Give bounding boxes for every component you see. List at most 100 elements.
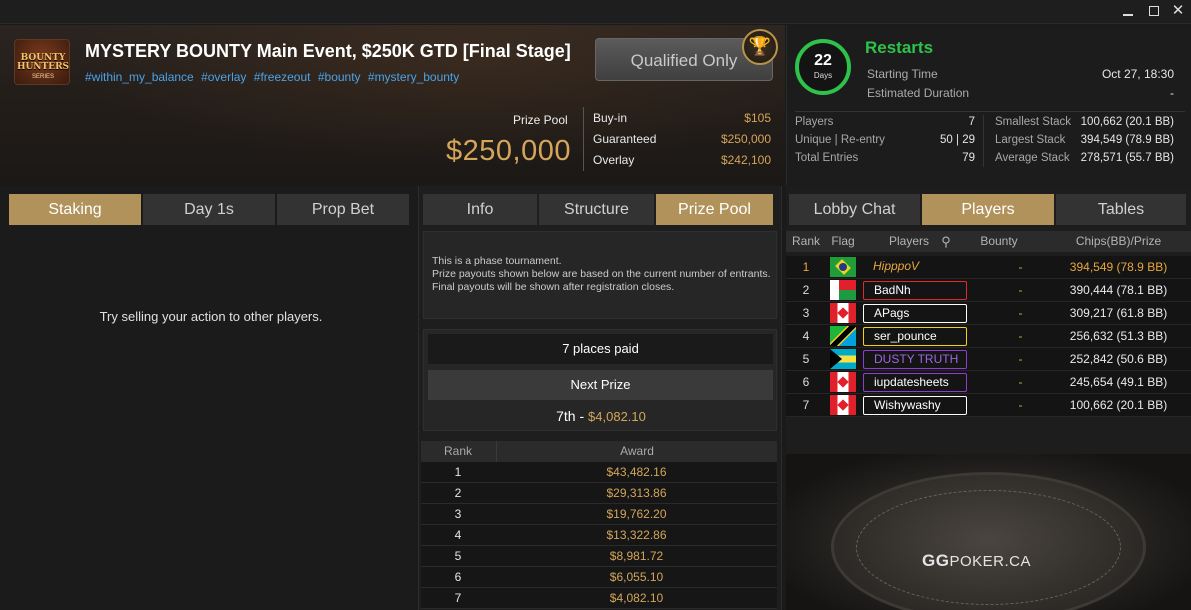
table-row: 1 $43,482.16 [421, 462, 777, 483]
player-row[interactable]: 1 HipppoV - 394,549 (78.9 BB) [786, 256, 1191, 279]
status-title: Restarts [865, 38, 934, 57]
tab-players[interactable]: Players [922, 194, 1054, 225]
average-stack-stat: Average Stack 278,571 (55.7 BB) [995, 152, 1174, 164]
hashtag[interactable]: #bounty [318, 70, 361, 84]
prize-pool-label: Prize Pool [513, 113, 568, 127]
prize-pool-value: $250,000 [446, 135, 571, 167]
table-row: 3 $19,762.20 [421, 504, 777, 525]
flag-canada-icon [830, 303, 856, 323]
staking-panel: Staking Day 1s Prop Bet Try selling your… [0, 186, 418, 610]
days-countdown: 22 Days [795, 39, 851, 95]
logo-subtext: SERIES [31, 74, 54, 80]
player-row[interactable]: 7 Wishywashy - 100,662 (20.1 BB) [786, 394, 1191, 417]
player-name[interactable]: APags [863, 304, 967, 323]
flag-madagascar-icon [830, 280, 856, 300]
table-row: 5 $8,981.72 [421, 546, 777, 567]
player-name[interactable]: ser_pounce [863, 327, 967, 346]
table-row: 2 $29,313.86 [421, 483, 777, 504]
close-button[interactable]: ✕ [1167, 2, 1189, 20]
tournament-header: BOUNTY HUNTERS SERIES MYSTERY BOUNTY Main… [0, 25, 785, 185]
minimize-icon [1123, 14, 1133, 16]
flag-brazil-icon [830, 257, 856, 277]
buyin-row: Buy-in $105 [593, 111, 771, 125]
total-entries-stat: Total Entries 79 [795, 152, 975, 164]
column-header-flag[interactable]: Flag [826, 231, 860, 252]
unique-reentry-stat: Unique | Re-entry 50 | 29 [795, 134, 975, 146]
hashtag[interactable]: #within_my_balance [85, 70, 194, 84]
player-chips: 256,632 (51.3 BB) [1069, 329, 1168, 343]
places-summary: 7 places paid Next Prize 7th - $4,082.10 [423, 329, 777, 431]
column-header-rank[interactable]: Rank [786, 231, 826, 252]
tab-day-1s[interactable]: Day 1s [143, 194, 275, 225]
maximize-icon [1149, 6, 1159, 16]
table-row: 4 $13,322.86 [421, 525, 777, 546]
player-chips: 390,444 (78.1 BB) [1069, 283, 1168, 297]
staking-message: Try selling your action to other players… [99, 309, 323, 324]
next-prize-label: Next Prize [428, 370, 773, 400]
player-row[interactable]: 4 ser_pounce - 256,632 (51.3 BB) [786, 325, 1191, 348]
column-header-players[interactable]: Players [884, 231, 934, 252]
event-title: MYSTERY BOUNTY Main Event, $250K GTD [Fi… [85, 41, 571, 61]
tab-prize-pool[interactable]: Prize Pool [656, 194, 773, 225]
tab-lobby-chat[interactable]: Lobby Chat [789, 194, 920, 225]
tab-prop-bet[interactable]: Prop Bet [277, 194, 409, 225]
player-name[interactable]: HipppoV [863, 258, 967, 277]
notice-line: This is a phase tournament. [432, 255, 562, 267]
column-header-bounty[interactable]: Bounty [978, 231, 1020, 252]
player-name[interactable]: iupdatesheets [863, 373, 967, 392]
table-row: 6 $6,055.10 [421, 567, 777, 588]
minimize-button[interactable] [1117, 2, 1139, 20]
places-paid: 7 places paid [428, 334, 773, 364]
overlay-row: Overlay $242,100 [593, 153, 771, 167]
duration-row: Estimated Duration - [867, 86, 1174, 100]
player-name[interactable]: BadNh [863, 281, 967, 300]
players-panel: Lobby Chat Players Tables Rank Flag Play… [786, 186, 1191, 610]
tab-structure[interactable]: Structure [539, 194, 654, 225]
brand-logo: GGPOKER.CA [922, 551, 1031, 570]
days-number: 22 [814, 52, 832, 69]
smallest-stack-stat: Smallest Stack 100,662 (20.1 BB) [995, 116, 1174, 128]
column-header-chips[interactable]: Chips(BB)/Prize [1046, 231, 1191, 252]
notice-line: Final payouts will be shown after regist… [432, 281, 675, 293]
hashtag[interactable]: #freezeout [254, 70, 311, 84]
player-row[interactable]: 2 BadNh - 390,444 (78.1 BB) [786, 279, 1191, 302]
player-row[interactable]: 5 DUSTY TRUTH - 252,842 (50.6 BB) [786, 348, 1191, 371]
search-icon[interactable]: ⚲ [938, 231, 954, 252]
prize-pool-panel: Info Structure Prize Pool This is a phas… [419, 186, 781, 610]
hashtag[interactable]: #mystery_bounty [368, 70, 459, 84]
hashtag[interactable]: #overlay [201, 70, 246, 84]
tab-staking[interactable]: Staking [9, 194, 141, 225]
next-prize-line: 7th - $4,082.10 [556, 408, 646, 424]
player-chips: 245,654 (49.1 BB) [1069, 375, 1168, 389]
left-tab-bar: Staking Day 1s Prop Bet [9, 194, 409, 225]
mid-tab-bar: Info Structure Prize Pool [423, 194, 773, 225]
next-prize-amount: $4,082.10 [588, 409, 646, 424]
close-icon: ✕ [1171, 2, 1185, 19]
flag-canada-icon [830, 372, 856, 392]
flag-bahamas-icon [830, 349, 856, 369]
divider [983, 115, 984, 167]
player-name[interactable]: Wishywashy [863, 396, 967, 415]
poker-table-preview[interactable]: GGPOKER.CA [786, 454, 1191, 610]
tab-info[interactable]: Info [423, 194, 537, 225]
days-label: Days [813, 71, 833, 80]
maximize-button[interactable] [1143, 2, 1165, 20]
largest-stack-stat: Largest Stack 394,549 (78.9 BB) [995, 134, 1174, 146]
player-row[interactable]: 3 APags - 309,217 (61.8 BB) [786, 302, 1191, 325]
logo-text: BOUNTY HUNTERS [16, 53, 70, 72]
player-row[interactable]: 6 iupdatesheets - 245,654 (49.1 BB) [786, 371, 1191, 394]
hashtag-list: #within_my_balance #overlay #freezeout #… [85, 70, 463, 84]
table-row: 7 $4,082.10 [421, 588, 777, 609]
player-chips: 100,662 (20.1 BB) [1069, 398, 1168, 412]
column-header-rank: Rank [443, 444, 472, 458]
tab-tables[interactable]: Tables [1056, 194, 1186, 225]
title-bar: ✕ [0, 0, 1191, 24]
player-name[interactable]: DUSTY TRUTH [863, 350, 967, 369]
players-table-header: Rank Flag Players ⚲ Bounty Chips(BB)/Pri… [786, 231, 1191, 252]
event-logo: BOUNTY HUNTERS SERIES [14, 39, 70, 85]
award-table: Rank Award 1 $43,482.16 2 $29,313.86 3 $19,… [421, 441, 777, 609]
trophy-icon: 🏆 [742, 29, 778, 65]
players-stat: Players 7 [795, 116, 975, 128]
notice-line: Prize payouts shown below are based on t… [432, 268, 771, 280]
right-tab-bar: Lobby Chat Players Tables [789, 194, 1186, 225]
